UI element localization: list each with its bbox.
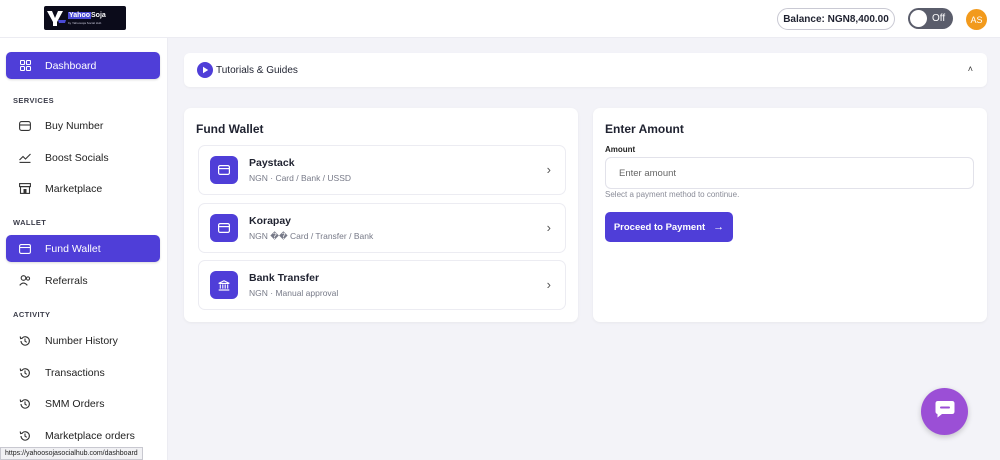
avatar[interactable]: AS [966, 9, 987, 30]
method-description: NGN �� Card / Transfer / Bank [249, 231, 374, 241]
bank-icon [210, 271, 238, 299]
toggle-label: Off [932, 13, 946, 24]
section-label-activity: ACTIVITY [13, 310, 51, 319]
top-bar: YahooSoja by Yahoosoja Social Hub Balanc… [0, 0, 1000, 38]
trend-icon [18, 151, 32, 165]
card-icon [210, 214, 238, 242]
sidebar-item-label: Marketplace [45, 182, 103, 195]
store-icon [18, 182, 32, 196]
sidebar-item-label: Marketplace orders [45, 429, 135, 442]
wallet-icon [18, 242, 32, 256]
fund-wallet-card: Fund Wallet Paystack NGN · Card / Bank /… [184, 108, 578, 322]
method-description: NGN · Manual approval [249, 288, 339, 298]
logo-tagline: by Yahoosoja Social Hub [68, 20, 102, 25]
sidebar-item-smm-orders[interactable]: SMM Orders [6, 390, 160, 417]
sidebar-item-marketplace-orders[interactable]: Marketplace orders [6, 422, 160, 449]
users-icon [18, 274, 32, 288]
chevron-up-icon[interactable]: ˄ [968, 64, 973, 74]
status-bar-url: https://yahoosojasocialhub.com/dashboard [0, 447, 143, 460]
method-name: Korapay [249, 215, 292, 227]
chat-icon [934, 399, 956, 424]
sidebar-item-buy-number[interactable]: Buy Number [6, 112, 160, 139]
history-icon [18, 334, 32, 348]
fund-wallet-title: Fund Wallet [196, 122, 264, 136]
chevron-right-icon: › [546, 220, 551, 235]
brand-logo[interactable]: YahooSoja by Yahoosoja Social Hub [44, 6, 126, 30]
method-description: NGN · Card / Bank / USSD [249, 173, 352, 183]
tutorials-title: Tutorials & Guides [216, 64, 298, 76]
toggle-knob [910, 10, 927, 27]
tutorials-accordion[interactable]: Tutorials & Guides ˄ [184, 53, 987, 87]
enter-amount-card: Enter Amount Amount Select a payment met… [593, 108, 987, 322]
payment-method-korapay[interactable]: Korapay NGN �� Card / Transfer / Bank › [198, 203, 566, 253]
logo-text: YahooSoja by Yahoosoja Social Hub [68, 11, 106, 25]
method-name: Paystack [249, 157, 295, 169]
sidebar-item-transactions[interactable]: Transactions [6, 359, 160, 386]
sidebar-item-label: SMM Orders [45, 397, 105, 410]
arrow-right-icon: → [713, 221, 725, 233]
payment-hint: Select a payment method to continue. [605, 190, 740, 199]
enter-amount-title: Enter Amount [605, 122, 684, 136]
section-label-wallet: WALLET [13, 218, 47, 227]
play-icon [197, 62, 213, 78]
sidebar-item-dashboard[interactable]: Dashboard [6, 52, 160, 79]
payment-method-paystack[interactable]: Paystack NGN · Card / Bank / USSD › [198, 145, 566, 195]
payment-method-bank-transfer[interactable]: Bank Transfer NGN · Manual approval › [198, 260, 566, 310]
sidebar-item-boost-socials[interactable]: Boost Socials [6, 144, 160, 171]
theme-toggle[interactable]: Off [908, 8, 953, 29]
phone-icon [18, 119, 32, 133]
section-label-services: SERVICES [13, 96, 54, 105]
balance-badge[interactable]: Balance: NGN8,400.00 [777, 8, 895, 30]
logo-brand-a: Yahoo [68, 11, 92, 19]
sidebar-item-fund-wallet[interactable]: Fund Wallet [6, 235, 160, 262]
sidebar-item-label: Referrals [45, 274, 88, 287]
sidebar-item-label: Dashboard [45, 59, 97, 72]
chevron-right-icon: › [546, 277, 551, 292]
sidebar-item-label: Fund Wallet [45, 242, 101, 255]
logo-mark [44, 6, 68, 30]
sidebar-item-marketplace[interactable]: Marketplace [6, 175, 160, 202]
chat-button[interactable] [921, 388, 968, 435]
sidebar-item-label: Transactions [45, 366, 105, 379]
sidebar-item-number-history[interactable]: Number History [6, 327, 160, 354]
chevron-right-icon: › [546, 162, 551, 177]
card-icon [210, 156, 238, 184]
dashboard-icon [18, 59, 32, 73]
sidebar-item-referrals[interactable]: Referrals [6, 267, 160, 294]
proceed-to-payment-button[interactable]: Proceed to Payment → [605, 212, 733, 242]
logo-brand-b: Soja [91, 11, 106, 19]
history-icon [18, 397, 32, 411]
method-name: Bank Transfer [249, 272, 320, 284]
sidebar: Dashboard SERVICES Buy Number Boost Soci… [0, 38, 168, 460]
history-icon [18, 429, 32, 443]
amount-input[interactable] [605, 157, 974, 189]
sidebar-item-label: Buy Number [45, 119, 104, 132]
history-icon [18, 366, 32, 380]
amount-label: Amount [605, 145, 636, 154]
sidebar-item-label: Boost Socials [45, 151, 109, 164]
proceed-button-label: Proceed to Payment [613, 221, 706, 233]
sidebar-item-label: Number History [45, 334, 118, 347]
